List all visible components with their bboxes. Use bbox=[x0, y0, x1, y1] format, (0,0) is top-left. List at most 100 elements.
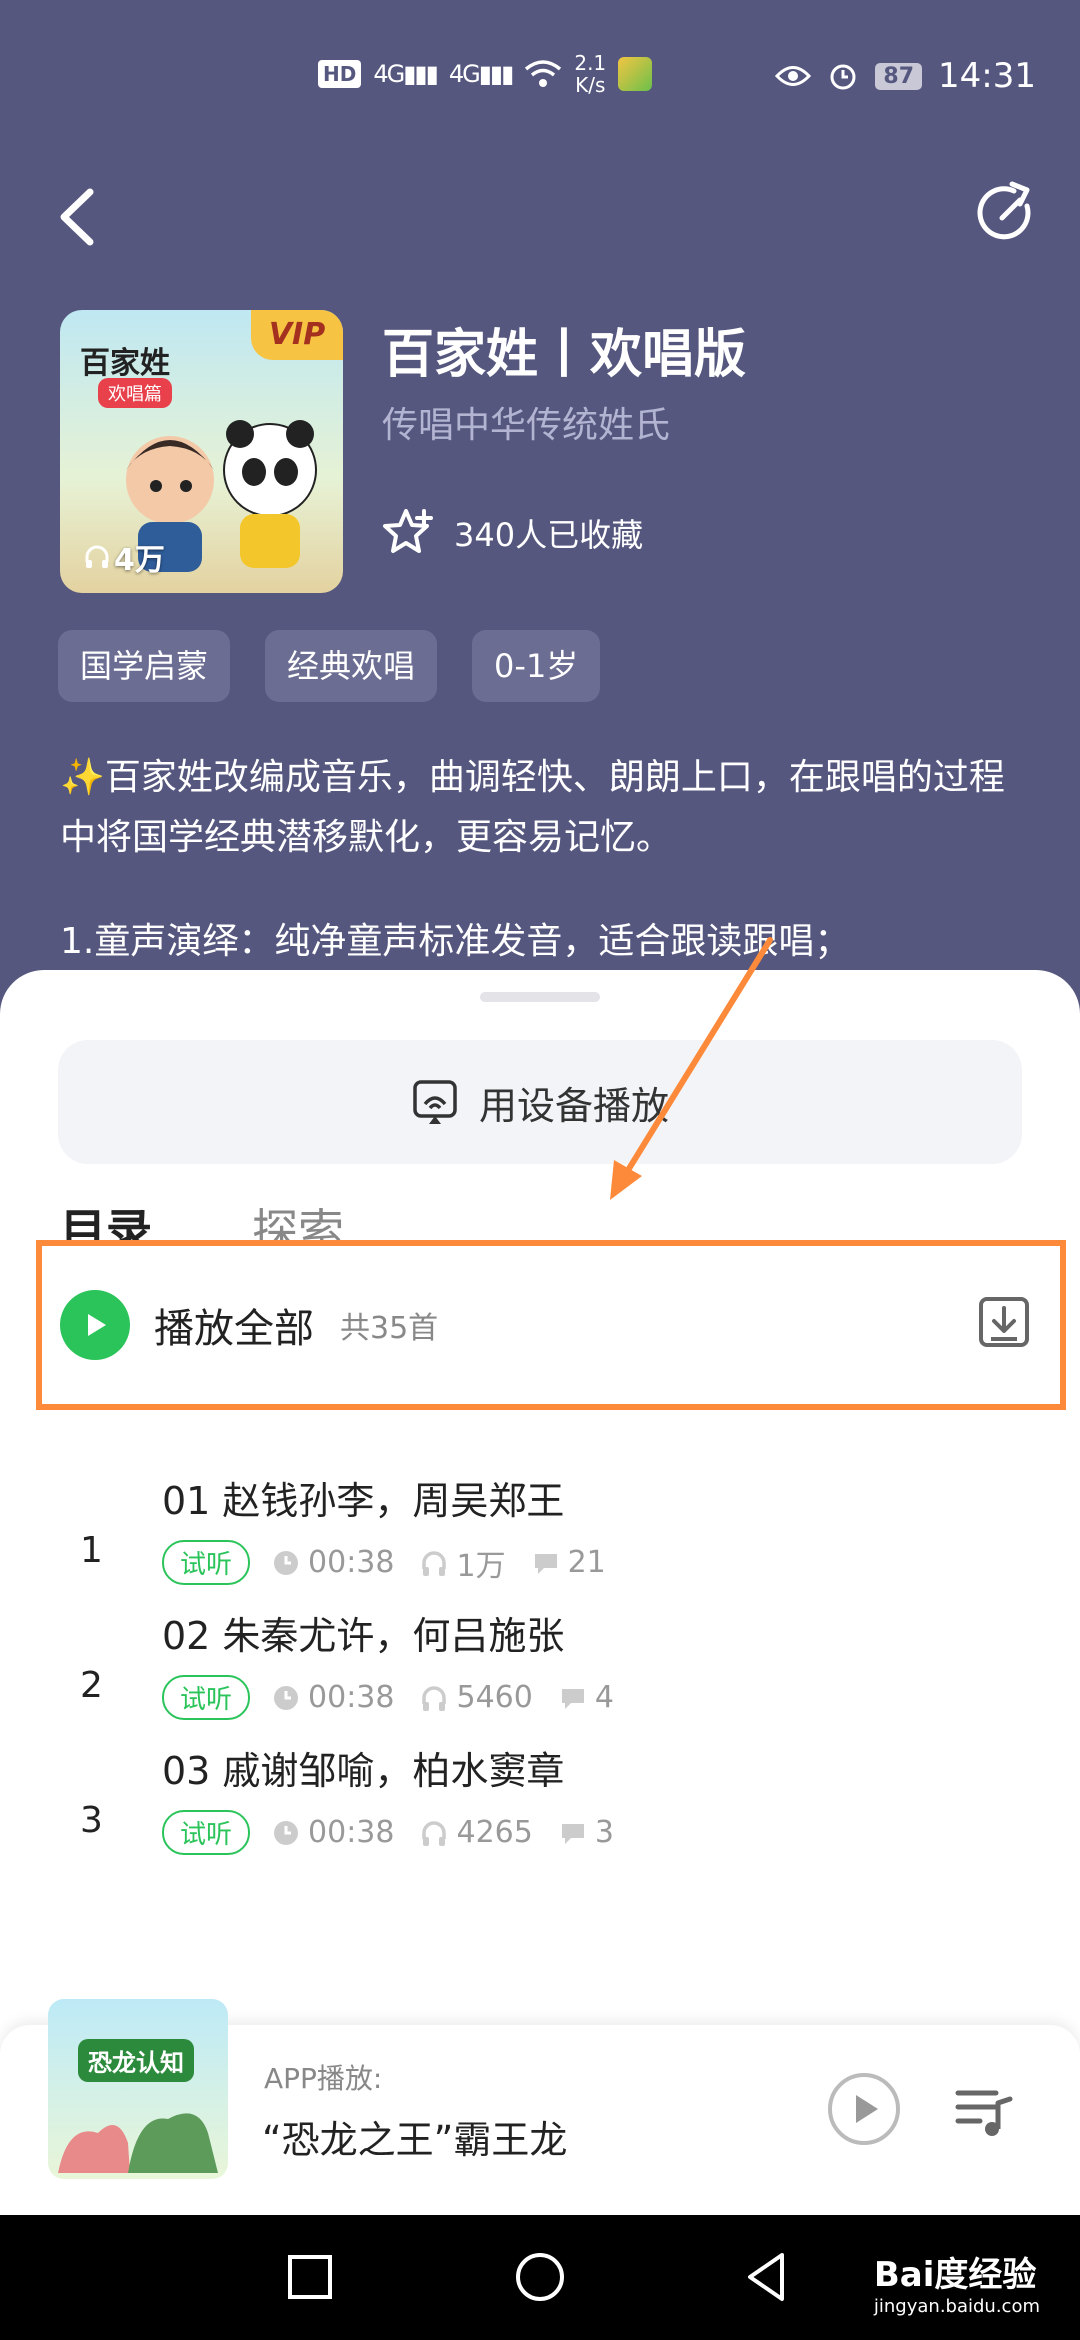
plays-value: 1万 bbox=[456, 1548, 506, 1584]
track-number: 1 bbox=[80, 1530, 103, 1571]
mini-player-cover[interactable]: 恐龙认知 bbox=[48, 1999, 228, 2179]
plays: 4265 bbox=[420, 1815, 533, 1850]
cast-device-icon bbox=[413, 1080, 457, 1124]
mini-player[interactable]: 恐龙认知 APP播放: “恐龙之王”霸王龙 bbox=[0, 1999, 1080, 2215]
favorite-row[interactable]: 340人已收藏 bbox=[380, 505, 643, 561]
track-number: 3 bbox=[80, 1800, 103, 1841]
plays: 5460 bbox=[420, 1680, 533, 1715]
back-icon[interactable] bbox=[50, 182, 110, 252]
status-left: HD 4G▮▮▮ 4G▮▮▮ 2.1 K/s bbox=[318, 52, 653, 96]
watermark-url: jingyan.baidu.com bbox=[873, 2296, 1040, 2317]
wifi-icon bbox=[525, 60, 562, 87]
comment-icon bbox=[534, 1553, 557, 1574]
signal-label-1: 4G bbox=[373, 60, 405, 88]
track-meta: 试听 00:38 1万 21 bbox=[162, 1540, 632, 1585]
home-icon[interactable] bbox=[508, 2245, 572, 2309]
comments-value: 4 bbox=[594, 1680, 614, 1715]
tag-list: 国学启蒙 经典欢唱 0-1岁 bbox=[58, 630, 601, 702]
favorite-count: 340人已收藏 bbox=[454, 516, 644, 554]
tab-explore[interactable]: 探索 bbox=[252, 1195, 344, 1245]
comments-value: 3 bbox=[594, 1815, 614, 1850]
download-icon[interactable] bbox=[978, 1296, 1030, 1348]
signal-icon-1: 4G▮▮▮ bbox=[373, 60, 438, 88]
system-navigation-bar: Bai度经验 jingyan.baidu.com bbox=[0, 2215, 1080, 2340]
tag-item[interactable]: 0-1岁 bbox=[472, 630, 601, 702]
album-subtitle: 传唱中华传统姓氏 bbox=[382, 405, 671, 446]
share-icon[interactable] bbox=[972, 178, 1042, 248]
headphones-icon bbox=[422, 1550, 447, 1576]
comments: 4 bbox=[559, 1680, 614, 1715]
duration-value: 00:38 bbox=[308, 1545, 395, 1580]
headphones-icon bbox=[85, 545, 109, 568]
comments: 3 bbox=[559, 1815, 614, 1850]
track-meta: 试听 00:38 4265 3 bbox=[162, 1810, 640, 1855]
signal-label-2: 4G bbox=[448, 60, 481, 88]
mini-cover-label: 恐龙认知 bbox=[78, 2039, 194, 2082]
playlist-icon[interactable] bbox=[952, 2079, 1016, 2143]
duration: 00:38 bbox=[272, 1545, 394, 1580]
alarm-icon bbox=[830, 64, 856, 90]
tag-item[interactable]: 国学启蒙 bbox=[58, 630, 231, 702]
track-number: 2 bbox=[80, 1665, 103, 1706]
track-title: 03 戚谢邹喻，柏水窦章 bbox=[162, 1749, 565, 1793]
play-triangle-icon bbox=[88, 1314, 106, 1336]
track-title: 02 朱秦尤许，何吕施张 bbox=[162, 1614, 565, 1658]
tag-item[interactable]: 经典欢唱 bbox=[265, 630, 438, 702]
clock-icon bbox=[274, 1550, 299, 1575]
duration-value: 00:38 bbox=[308, 1815, 395, 1850]
plays-value: 5460 bbox=[456, 1680, 533, 1715]
hd-icon: HD bbox=[318, 60, 362, 88]
signal-icon-2: 4G▮▮▮ bbox=[448, 60, 514, 88]
track-item[interactable]: 3 03 戚谢邹喻，柏水窦章 试听 00:38 4265 3 bbox=[0, 1740, 1080, 1910]
recent-apps-icon[interactable] bbox=[278, 2245, 342, 2309]
trial-badge: 试听 bbox=[162, 1675, 251, 1720]
plays: 1万 bbox=[420, 1541, 506, 1585]
sheet-tabs: 目录 探索 bbox=[60, 1195, 344, 1245]
net-speed: 2.1 K/s bbox=[574, 52, 606, 96]
device-play-label: 用设备播放 bbox=[478, 1083, 669, 1128]
album-description: ✨百家姓改编成音乐，曲调轻快、朗朗上口，在跟唱的过程中将国学经典潜移默化，更容易… bbox=[60, 757, 1005, 858]
comments: 21 bbox=[532, 1545, 606, 1580]
duration: 00:38 bbox=[272, 1815, 394, 1850]
tab-catalog[interactable]: 目录 bbox=[60, 1195, 152, 1245]
trial-badge: 试听 bbox=[162, 1810, 251, 1855]
back-nav-icon[interactable] bbox=[736, 2245, 800, 2309]
plays-value: 4265 bbox=[456, 1815, 533, 1850]
watermark-brand: Bai度经验 bbox=[873, 2255, 1037, 2295]
status-right: 87 14:31 bbox=[775, 56, 1036, 96]
add-favorite-icon[interactable] bbox=[380, 505, 436, 561]
vip-badge: VIP bbox=[251, 310, 343, 360]
comment-icon bbox=[561, 1823, 584, 1844]
play-icon[interactable] bbox=[826, 2071, 902, 2147]
play-all-icon[interactable] bbox=[60, 1290, 130, 1360]
play-all-row[interactable]: 播放全部 共35首 bbox=[36, 1240, 1066, 1410]
track-count: 共35首 bbox=[340, 1311, 439, 1346]
track-meta: 试听 00:38 5460 4 bbox=[162, 1675, 640, 1720]
duration: 00:38 bbox=[272, 1680, 394, 1715]
cover-play-count-value: 4万 bbox=[114, 543, 165, 578]
baidu-watermark: Bai度经验 jingyan.baidu.com bbox=[874, 2247, 1040, 2317]
drag-handle[interactable] bbox=[480, 992, 600, 1002]
album-title: 百家姓丨欢唱版 bbox=[382, 325, 747, 385]
track-title: 01 赵钱孙李，周吴郑王 bbox=[162, 1479, 565, 1523]
now-playing-title: “恐龙之王”霸王龙 bbox=[262, 2118, 568, 2162]
clock-icon bbox=[274, 1820, 299, 1845]
album-cover[interactable]: 百家姓 欢唱篇 VIP 4万 bbox=[60, 310, 343, 593]
duration-value: 00:38 bbox=[308, 1680, 395, 1715]
app-notification-icon bbox=[618, 57, 653, 91]
comments-value: 21 bbox=[567, 1545, 606, 1580]
cover-title: 百家姓 bbox=[80, 346, 170, 381]
battery-icon: 87 bbox=[875, 62, 923, 90]
eye-icon bbox=[775, 66, 812, 86]
status-bar: HD 4G▮▮▮ 4G▮▮▮ 2.1 K/s 87 14:31 bbox=[0, 0, 1080, 150]
net-speed-unit: K/s bbox=[575, 73, 606, 97]
play-source: APP播放: bbox=[264, 2062, 383, 2095]
play-all-label: 播放全部 bbox=[154, 1306, 314, 1352]
album-description-point: 1.童声演绎：纯净童声标准发音，适合跟读跟唱； bbox=[60, 921, 851, 962]
cover-play-count: 4万 bbox=[84, 535, 165, 579]
headphones-icon bbox=[422, 1820, 447, 1846]
headphones-icon bbox=[422, 1685, 447, 1711]
device-play-button[interactable]: 用设备播放 bbox=[58, 1040, 1022, 1164]
trial-badge: 试听 bbox=[162, 1540, 251, 1585]
net-speed-value: 2.1 bbox=[574, 51, 607, 75]
